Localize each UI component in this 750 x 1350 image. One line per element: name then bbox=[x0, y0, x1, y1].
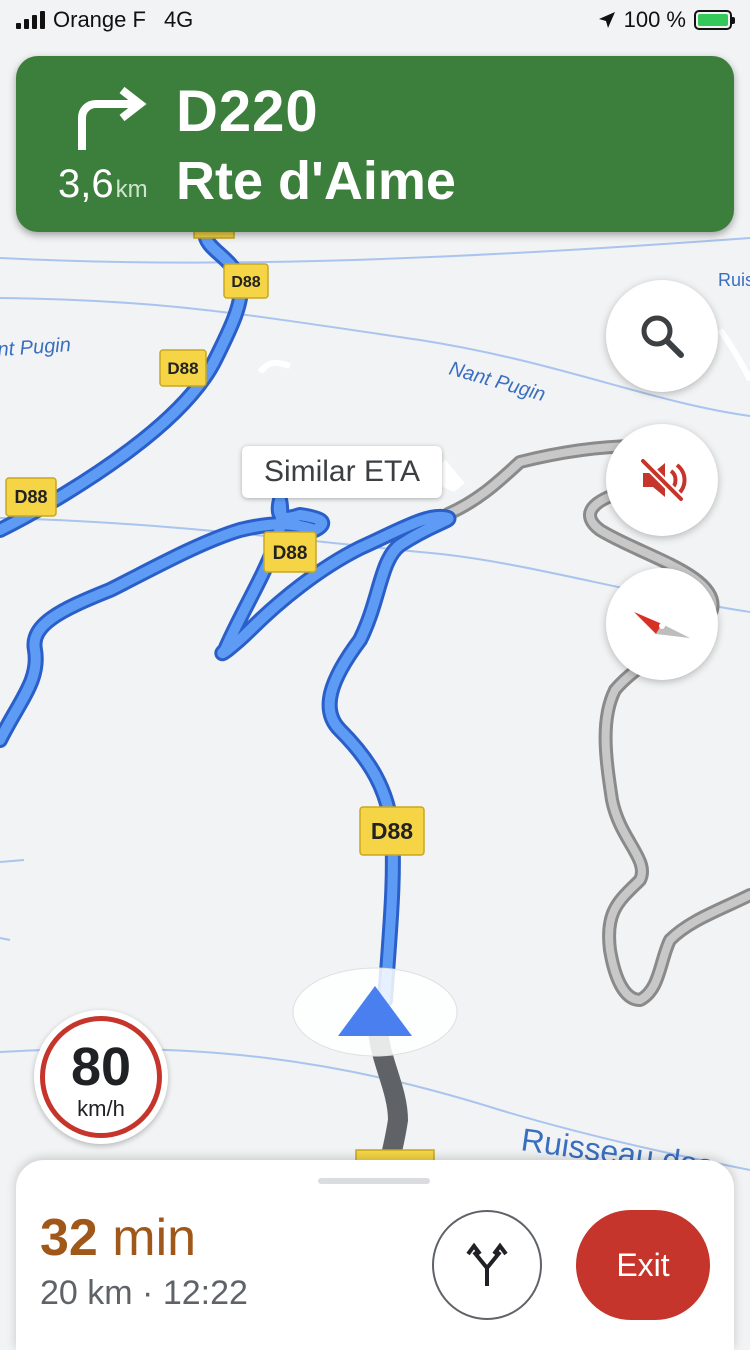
status-bar: Orange F 4G 100 % bbox=[0, 0, 750, 40]
speed-limit-unit: km/h bbox=[77, 1096, 125, 1121]
compass-button[interactable] bbox=[606, 568, 718, 680]
route-eta-callout[interactable]: Similar ETA bbox=[242, 446, 442, 498]
separator: · bbox=[142, 1274, 154, 1312]
current-location-puck bbox=[292, 967, 458, 1057]
compass-icon bbox=[634, 612, 690, 638]
svg-text:D88: D88 bbox=[14, 487, 47, 507]
svg-text:D88: D88 bbox=[371, 818, 413, 844]
turn-right-icon bbox=[78, 86, 147, 150]
svg-text:D88: D88 bbox=[273, 543, 308, 564]
water-label: Ruis bbox=[718, 270, 750, 290]
drag-handle[interactable] bbox=[318, 1178, 430, 1184]
exit-navigation-button[interactable]: Exit bbox=[576, 1210, 710, 1320]
road-shield: D88 bbox=[359, 806, 425, 856]
mute-button[interactable] bbox=[606, 424, 718, 536]
speed-limit-value: 80 bbox=[70, 1037, 132, 1097]
trip-summary-panel[interactable]: 32 min 20 km · 12:22 Exit bbox=[16, 1160, 734, 1350]
search-icon bbox=[641, 315, 684, 358]
battery-percent: 100 % bbox=[623, 7, 686, 32]
carrier-name: Orange F bbox=[53, 7, 146, 32]
location-arrow-icon bbox=[598, 12, 615, 28]
svg-text:D88: D88 bbox=[231, 274, 260, 291]
road-shield: D88 bbox=[159, 349, 207, 387]
speed-limit-sign: 80 km/h bbox=[34, 1010, 168, 1144]
volume-off-icon bbox=[640, 458, 687, 502]
road-shield: D88 bbox=[223, 263, 269, 299]
maneuver-distance: 3,6km bbox=[58, 162, 148, 206]
svg-text:D88: D88 bbox=[167, 359, 198, 378]
navigation-instruction-banner[interactable]: 3,6km D220 Rte d'Aime bbox=[16, 56, 734, 232]
network-type: 4G bbox=[163, 7, 194, 32]
battery-charging-icon bbox=[694, 10, 735, 30]
signal-icon bbox=[16, 11, 45, 29]
arrival-time: 12:22 bbox=[162, 1274, 248, 1312]
road-number: D220 bbox=[176, 79, 319, 144]
trip-details: 20 km · 12:22 bbox=[40, 1274, 248, 1313]
remaining-time: 32 min bbox=[40, 1209, 197, 1267]
alternate-routes-icon bbox=[466, 1242, 508, 1286]
road-shield: D88 bbox=[263, 531, 317, 573]
remaining-distance: 20 km bbox=[40, 1274, 133, 1312]
search-button[interactable] bbox=[606, 280, 718, 392]
road-shield: D88 bbox=[5, 477, 57, 517]
alternate-routes-button[interactable] bbox=[432, 1210, 542, 1320]
road-name: Rte d'Aime bbox=[176, 151, 456, 211]
